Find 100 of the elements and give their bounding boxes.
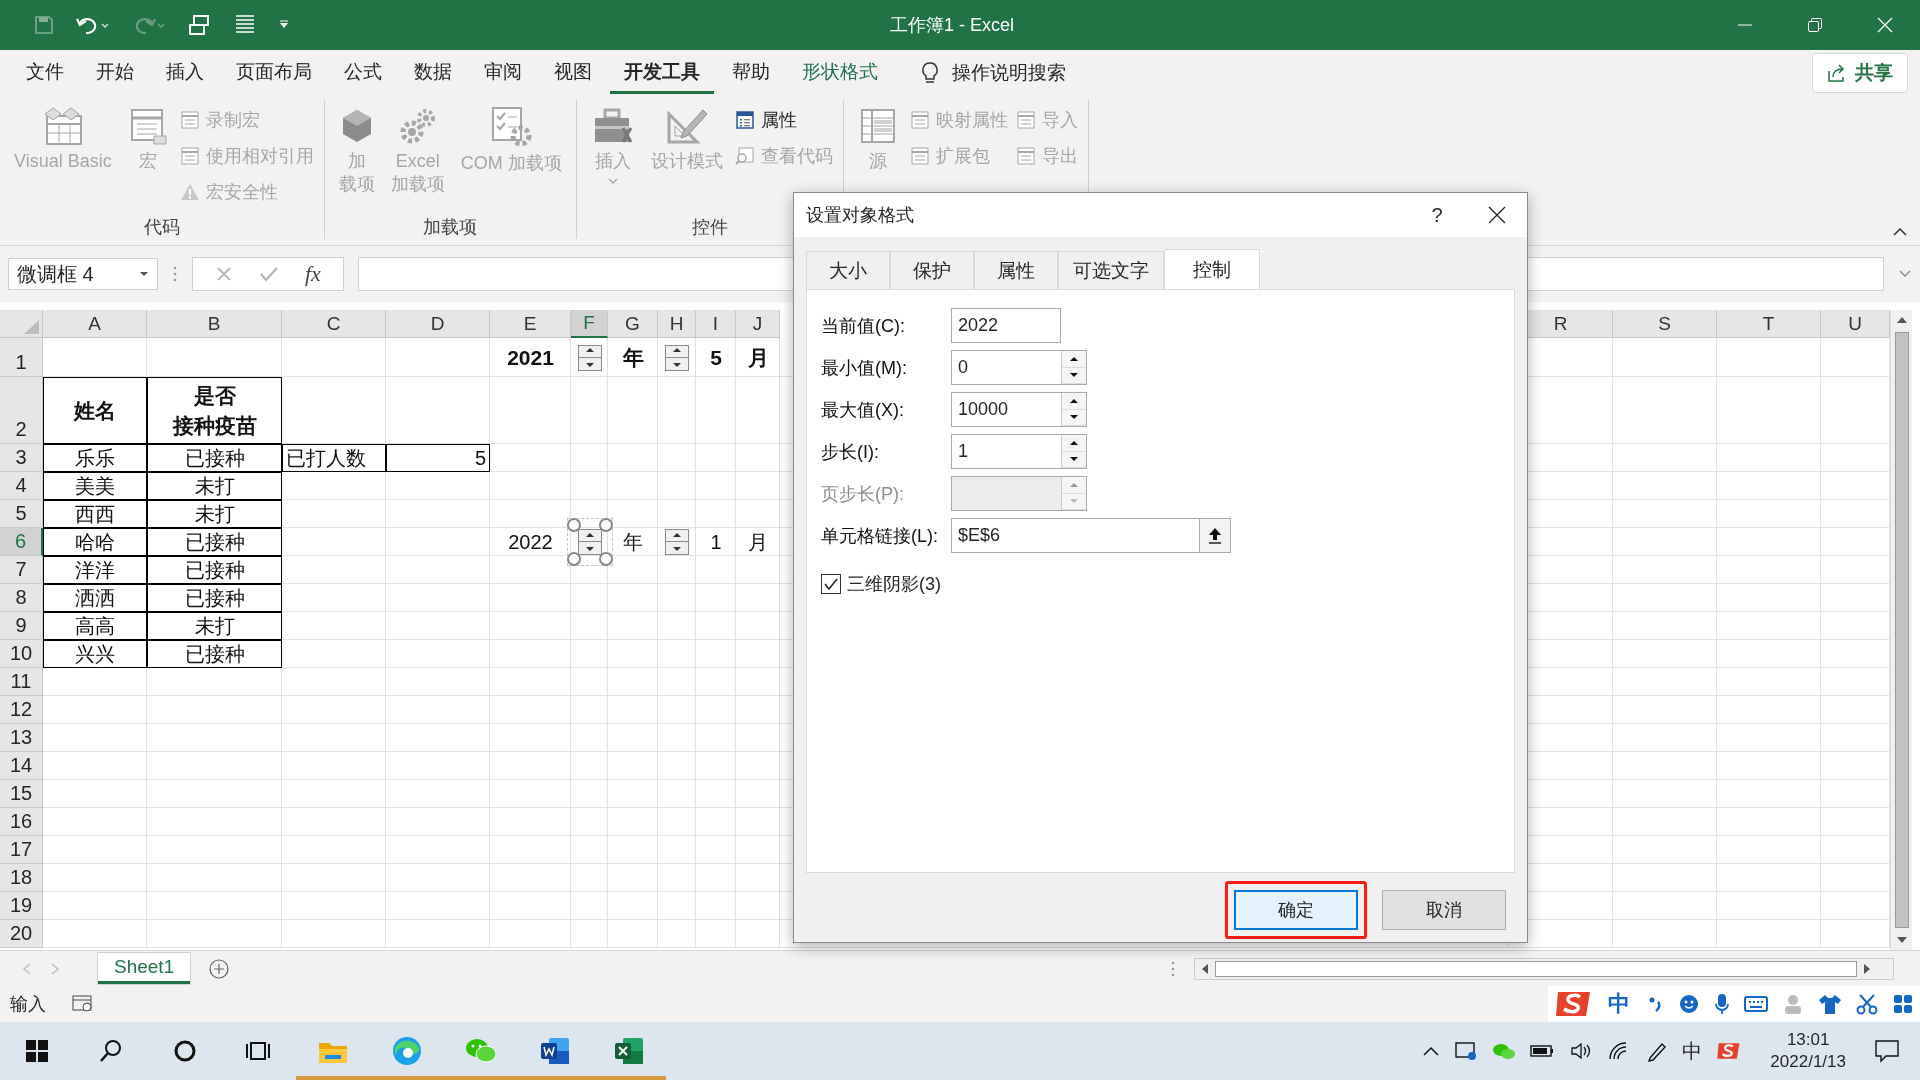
collapse-icon[interactable] bbox=[1892, 227, 1908, 237]
add-sheet-icon[interactable] bbox=[208, 957, 231, 980]
column-header[interactable]: D bbox=[386, 310, 490, 338]
dialog-tab[interactable]: 大小 bbox=[806, 251, 890, 289]
dialog-button[interactable]: 确定 bbox=[1234, 890, 1358, 930]
table-cell: 已接种 bbox=[147, 556, 282, 584]
shirt-icon[interactable] bbox=[1818, 993, 1842, 1015]
ribbon-tab[interactable]: 公式 bbox=[330, 52, 396, 94]
resize-handle[interactable] bbox=[566, 518, 581, 532]
spin-button[interactable] bbox=[577, 344, 602, 371]
macro-record-icon[interactable] bbox=[72, 995, 94, 1013]
spin-field[interactable]: 10000 bbox=[951, 392, 1087, 427]
row-header[interactable]: 6 bbox=[0, 528, 43, 556]
ribbon-button[interactable]: 属性 bbox=[734, 104, 833, 136]
ribbon-tab[interactable]: 页面布局 bbox=[222, 52, 326, 94]
reference-field[interactable]: $E$6 bbox=[951, 518, 1231, 553]
column-header[interactable]: T bbox=[1717, 310, 1821, 338]
chevron-up-icon[interactable] bbox=[1422, 1045, 1441, 1057]
document-tile-icon bbox=[539, 1035, 571, 1067]
row-header[interactable]: 4 bbox=[0, 472, 43, 500]
resize-handle[interactable] bbox=[566, 552, 581, 566]
row-header[interactable]: 13 bbox=[0, 724, 43, 752]
input-field[interactable]: 2022 bbox=[951, 308, 1061, 343]
expand-icon[interactable] bbox=[1898, 269, 1912, 279]
ribbon-tab[interactable]: 视图 bbox=[540, 52, 606, 94]
row-header[interactable]: 9 bbox=[0, 612, 43, 640]
row-header[interactable]: 5 bbox=[0, 500, 43, 528]
grid-icon[interactable] bbox=[1892, 993, 1914, 1015]
dialog-tab[interactable]: 控制 bbox=[1164, 249, 1260, 289]
ribbon-tab[interactable]: 审阅 bbox=[470, 52, 536, 94]
dialog-tab[interactable]: 可选文字 bbox=[1058, 251, 1164, 289]
clock[interactable]: 13:01 2022/1/13 bbox=[1770, 1028, 1846, 1074]
share-button[interactable]: 共享 bbox=[1812, 53, 1908, 93]
checkbox[interactable]: 三维阴影(3) bbox=[821, 572, 1500, 596]
scroll-bar[interactable] bbox=[1890, 310, 1912, 950]
smiley-icon[interactable] bbox=[1678, 993, 1700, 1015]
column-header[interactable]: J bbox=[736, 310, 780, 338]
row-header[interactable]: 8 bbox=[0, 584, 43, 612]
sheet-tab[interactable]: Sheet1 bbox=[98, 953, 191, 984]
input-mode[interactable]: 中 bbox=[1682, 1037, 1703, 1065]
notification-icon[interactable] bbox=[1874, 1039, 1900, 1063]
table-cell: 高高 bbox=[43, 612, 147, 640]
column-header[interactable]: F bbox=[571, 310, 608, 338]
spin-button[interactable] bbox=[665, 344, 689, 371]
ribbon-tab[interactable]: 文件 bbox=[12, 52, 78, 94]
column-header[interactable]: B bbox=[147, 310, 282, 338]
insert-function-button[interactable]: fx bbox=[305, 261, 321, 287]
scroll-bar[interactable] bbox=[1194, 957, 1894, 980]
row-header[interactable]: 2 bbox=[0, 377, 43, 444]
row-header[interactable]: 20 bbox=[0, 920, 43, 948]
row-header[interactable]: 18 bbox=[0, 864, 43, 892]
name-box[interactable]: 微调框 4 bbox=[8, 258, 158, 290]
column-header[interactable]: H bbox=[658, 310, 696, 338]
resize-handle[interactable] bbox=[598, 552, 613, 566]
column-header[interactable]: S bbox=[1613, 310, 1717, 338]
ribbon-tab[interactable]: 形状格式 bbox=[788, 52, 892, 94]
ribbon-tab[interactable]: 数据 bbox=[400, 52, 466, 94]
row-header[interactable]: 3 bbox=[0, 444, 43, 472]
column-header[interactable]: C bbox=[282, 310, 386, 338]
help-button[interactable]: ? bbox=[1407, 203, 1467, 227]
ribbon-tab[interactable]: 开发工具 bbox=[610, 52, 714, 94]
spin-field[interactable]: 0 bbox=[951, 350, 1087, 385]
column-header[interactable]: A bbox=[43, 310, 147, 338]
row-header[interactable]: 1 bbox=[0, 338, 43, 377]
tell-me-search[interactable]: 操作说明搜索 bbox=[920, 60, 1066, 86]
check-icon bbox=[823, 577, 839, 591]
undo-icon bbox=[76, 15, 110, 35]
check-icon[interactable] bbox=[259, 265, 279, 283]
dialog-button[interactable]: 取消 bbox=[1382, 890, 1506, 930]
dialog-tab[interactable]: 保护 bbox=[890, 251, 974, 289]
up-arrow-icon bbox=[1069, 439, 1079, 446]
ribbon-tab[interactable]: 帮助 bbox=[718, 52, 784, 94]
spin-field[interactable]: 1 bbox=[951, 434, 1087, 469]
microphone-icon[interactable] bbox=[1714, 993, 1730, 1015]
row-header[interactable]: 15 bbox=[0, 780, 43, 808]
row-header[interactable]: 7 bbox=[0, 556, 43, 584]
collapse-dialog-icon[interactable] bbox=[1208, 526, 1222, 545]
row-header[interactable]: 12 bbox=[0, 696, 43, 724]
row-header[interactable]: 19 bbox=[0, 892, 43, 920]
column-header[interactable]: I bbox=[696, 310, 736, 338]
ribbon-tab[interactable]: 插入 bbox=[152, 52, 218, 94]
spin-field[interactable] bbox=[951, 476, 1087, 511]
ribbon-tab[interactable]: 开始 bbox=[82, 52, 148, 94]
dialog-tab[interactable]: 属性 bbox=[974, 251, 1058, 289]
input-mode[interactable]: 中 bbox=[1608, 989, 1630, 1019]
row-header[interactable]: 17 bbox=[0, 836, 43, 864]
column-header[interactable]: E bbox=[490, 310, 571, 338]
monitor-icon[interactable] bbox=[1454, 1040, 1479, 1062]
spin-button[interactable] bbox=[665, 529, 689, 555]
row-header[interactable]: 14 bbox=[0, 752, 43, 780]
spin-button[interactable] bbox=[577, 529, 602, 555]
drag-handle-icon bbox=[1170, 959, 1176, 978]
column-header[interactable]: U bbox=[1821, 310, 1890, 338]
row-header[interactable]: 11 bbox=[0, 668, 43, 696]
keyboard-icon[interactable] bbox=[1744, 995, 1768, 1013]
row-header[interactable]: 10 bbox=[0, 640, 43, 668]
resize-handle[interactable] bbox=[598, 518, 613, 532]
row-header[interactable]: 16 bbox=[0, 808, 43, 836]
column-header[interactable]: G bbox=[608, 310, 658, 338]
scissors-icon[interactable] bbox=[1856, 993, 1878, 1015]
